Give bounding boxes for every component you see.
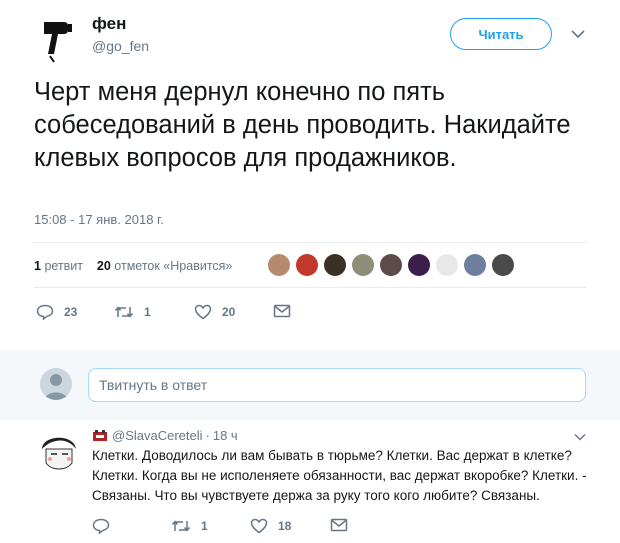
retweet-count: 1	[144, 305, 151, 319]
liker-avatar[interactable]	[380, 254, 402, 276]
tweet-stats: 1 ретвит 20 отметок «Нравится»	[34, 259, 232, 273]
tweet-timestamp[interactable]: 15:08 - 17 янв. 2018 г.	[34, 212, 164, 227]
author-handle[interactable]: @go_fen	[92, 38, 149, 54]
reply-like-action[interactable]: 18	[250, 518, 291, 534]
likers-avatars	[268, 254, 520, 276]
heart-icon	[250, 518, 268, 534]
follow-button[interactable]: Читать	[450, 18, 552, 50]
reply-like-count: 18	[278, 519, 292, 533]
reply-icon	[92, 518, 110, 534]
liker-avatar[interactable]	[436, 254, 458, 276]
retweet-icon	[171, 520, 191, 532]
divider	[34, 287, 587, 288]
reply-count: 23	[64, 305, 78, 319]
liker-avatar[interactable]	[296, 254, 318, 276]
reply-author-avatar[interactable]	[34, 425, 84, 475]
reply-text: Клетки. Доводилось ли вам бывать в тюрьм…	[92, 448, 587, 503]
reply-retweet-action[interactable]: 1	[171, 518, 208, 534]
envelope-icon	[273, 304, 291, 318]
reply-header: @SlavaCereteli · 18 ч	[92, 428, 238, 443]
author-name[interactable]: фен	[92, 14, 126, 34]
liker-avatar[interactable]	[492, 254, 514, 276]
liker-avatar[interactable]	[324, 254, 346, 276]
heart-icon	[194, 304, 212, 320]
likes-stat[interactable]: 20 отметок «Нравится»	[97, 259, 232, 273]
liker-avatar[interactable]	[464, 254, 486, 276]
reply-author-handle[interactable]: @SlavaCereteli	[112, 428, 203, 443]
reply-reply-action[interactable]	[92, 518, 120, 534]
chevron-down-icon[interactable]	[571, 26, 585, 42]
reply-author-badge-icon	[92, 429, 108, 443]
direct-message-action[interactable]	[273, 304, 301, 318]
divider	[34, 242, 587, 243]
retweet-action[interactable]: 1	[114, 304, 151, 320]
reply-action[interactable]: 23	[36, 304, 77, 320]
author-avatar[interactable]	[30, 10, 86, 66]
retweets-stat[interactable]: 1 ретвит	[34, 259, 83, 273]
liker-avatar[interactable]	[352, 254, 374, 276]
like-count: 20	[222, 305, 236, 319]
retweet-icon	[114, 306, 134, 318]
reply-direct-message-action[interactable]	[330, 518, 358, 532]
liker-avatar[interactable]	[408, 254, 430, 276]
reply-icon	[36, 304, 54, 320]
reply-retweet-count: 1	[201, 519, 208, 533]
separator-dot: ·	[205, 428, 210, 443]
like-action[interactable]: 20	[194, 304, 235, 320]
chevron-down-icon[interactable]	[574, 430, 586, 444]
tweet-text: Черт меня дернул конечно по пять собесед…	[34, 78, 571, 172]
user-avatar	[40, 368, 72, 400]
reply-time[interactable]: 18 ч	[213, 428, 238, 443]
liker-avatar[interactable]	[268, 254, 290, 276]
envelope-icon	[330, 518, 348, 532]
reply-input[interactable]: Твитнуть в ответ	[88, 368, 586, 402]
